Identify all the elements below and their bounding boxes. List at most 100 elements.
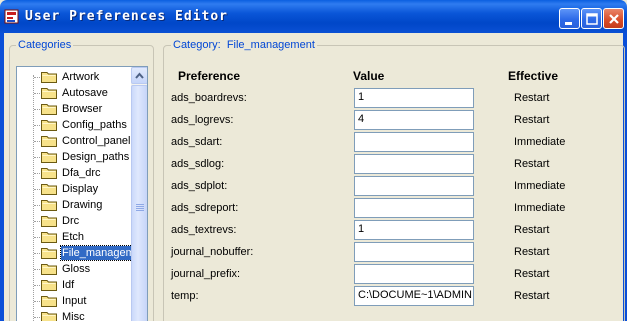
tree-item-label: Browser (62, 103, 103, 115)
tree-item-label: Input (62, 295, 87, 307)
tree-item[interactable]: Misc (41, 309, 133, 321)
tree-item[interactable]: File_managem (41, 245, 137, 261)
folder-icon (41, 248, 57, 259)
tree-item[interactable]: Display (41, 181, 133, 197)
scroll-grip-line (136, 208, 144, 209)
scroll-grip-line (136, 206, 144, 207)
window-title: User Preferences Editor (25, 9, 229, 24)
tree-item-label: Config_paths (62, 119, 127, 131)
tree-scrollbar[interactable] (131, 67, 147, 321)
tree-connector (34, 77, 40, 78)
tree-item[interactable]: Control_panel (41, 133, 133, 149)
preference-name: ads_textrevs: (171, 224, 237, 236)
folder-icon (41, 280, 57, 291)
tree-connector (34, 157, 40, 158)
preference-name: ads_logrevs: (171, 114, 234, 126)
preference-value-input[interactable] (354, 242, 474, 262)
tree-connector (34, 237, 40, 238)
maximize-button[interactable] (581, 8, 602, 29)
header-effective: Effective (508, 69, 559, 83)
folder-icon (41, 88, 57, 99)
tree-connector (34, 109, 40, 110)
title-bar[interactable]: User Preferences Editor (0, 0, 627, 33)
tree-item-label: Gloss (62, 263, 91, 275)
scroll-up-button[interactable] (131, 67, 147, 84)
tree-item[interactable]: Drawing (41, 197, 133, 213)
preference-effective: Restart (514, 246, 550, 258)
tree-item-label: Drc (62, 215, 80, 227)
preference-value-input[interactable] (354, 198, 474, 218)
tree-connector (34, 301, 40, 302)
folder-icon (41, 72, 57, 83)
preference-effective: Immediate (514, 180, 566, 192)
preference-value-input[interactable] (354, 264, 474, 284)
tree-item-label: Drawing (62, 199, 103, 211)
scroll-grip-line (136, 210, 144, 211)
tree-item[interactable]: Autosave (41, 85, 133, 101)
folder-icon (41, 104, 57, 115)
tree-connector (34, 205, 40, 206)
preference-value-input[interactable]: 4 (354, 110, 474, 130)
tree-item-label: Design_paths (62, 151, 130, 163)
preference-value-input[interactable] (354, 132, 474, 152)
category-name: File_management (226, 39, 315, 51)
preference-effective: Restart (514, 224, 550, 236)
tree-item[interactable]: Config_paths (41, 117, 133, 133)
minimize-button[interactable] (559, 8, 580, 29)
tree-connector (34, 189, 40, 190)
tree-item-label: Idf (62, 279, 75, 291)
tree-connector (34, 285, 40, 286)
tree-item[interactable]: Input (41, 293, 133, 309)
tree-item[interactable]: Dfa_drc (41, 165, 133, 181)
tree-item[interactable]: Design_paths (41, 149, 133, 165)
app-icon (4, 9, 19, 24)
preference-value-input[interactable]: 1 (354, 88, 474, 108)
tree-item[interactable]: Gloss (41, 261, 133, 277)
preference-name: ads_sdplot: (171, 180, 228, 192)
categories-legend: Categories (16, 39, 74, 51)
header-preference: Preference (178, 69, 241, 83)
tree-item[interactable]: Etch (41, 229, 133, 245)
category-prefix: Category: (173, 39, 221, 51)
preference-effective: Restart (514, 114, 550, 126)
folder-icon (41, 152, 57, 163)
header-value: Value (353, 69, 385, 83)
tree-item[interactable]: Drc (41, 213, 133, 229)
tree-item-label: File_managem (60, 245, 137, 261)
tree-connector (34, 125, 40, 126)
close-icon (609, 14, 619, 24)
folder-icon (41, 296, 57, 307)
preference-value-input[interactable] (354, 176, 474, 196)
preference-value-input[interactable]: C:\DOCUME~1\ADMIN (354, 286, 474, 306)
preference-name: ads_sdlog: (171, 158, 225, 170)
tree-connector (34, 253, 40, 254)
tree-connector (34, 141, 40, 142)
preference-effective: Restart (514, 158, 550, 170)
categories-tree[interactable]: Artwork Autosave Browser Config_paths Contro… (16, 66, 148, 321)
scroll-grip-line (136, 204, 144, 205)
folder-icon (41, 136, 57, 147)
maximize-icon (586, 13, 598, 25)
tree-connector (34, 269, 40, 270)
tree-item[interactable]: Idf (41, 277, 133, 293)
preference-name: journal_nobuffer: (171, 246, 254, 258)
folder-icon (41, 168, 57, 179)
scroll-thumb[interactable] (131, 85, 147, 321)
preference-value-input[interactable]: 1 (354, 220, 474, 240)
preference-name: journal_prefix: (171, 268, 241, 280)
folder-icon (41, 264, 57, 275)
tree-item[interactable]: Artwork (41, 69, 133, 85)
folder-icon (41, 184, 57, 195)
preference-value-input[interactable] (354, 154, 474, 174)
close-button[interactable] (603, 8, 624, 29)
category-legend: Category: File_management (171, 39, 317, 51)
folder-icon (41, 216, 57, 227)
preference-effective: Restart (514, 268, 550, 280)
tree-item-label: Autosave (62, 87, 108, 99)
tree-item-label: Control_panel (62, 135, 131, 147)
tree-connector (34, 221, 40, 222)
tree-item[interactable]: Browser (41, 101, 133, 117)
folder-icon (41, 232, 57, 243)
tree-item-label: Misc (62, 311, 85, 321)
preference-name: ads_sdreport: (171, 202, 239, 214)
